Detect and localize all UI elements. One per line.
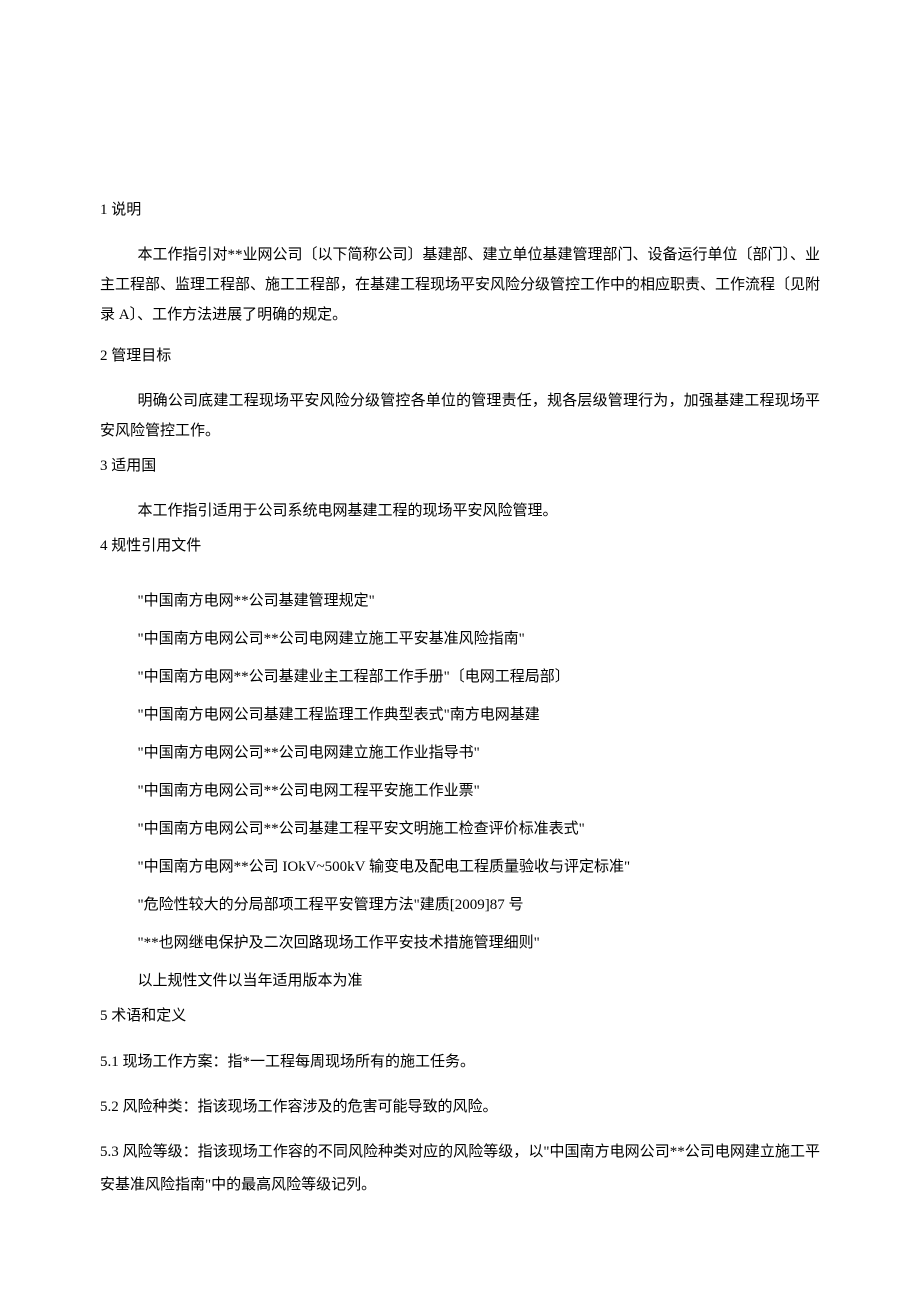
reference-item: "危险性较大的分局部项工程平安管理方法"建质[2009]87 号 [100,890,820,920]
reference-item: "中国南方电网**公司基建管理规定" [100,586,820,616]
definition-item: 5.2 风险种类：指该现场工作容涉及的危害可能导致的风险。 [100,1091,820,1124]
section-3-paragraph: 本工作指引适用于公司系统电网基建工程的现场平安风险管理。 [100,496,820,526]
reference-note: 以上规性文件以当年适用版本为准 [100,966,820,996]
reference-item: "**也网继电保护及二次回路现场工作平安技术措施管理细则" [100,928,820,958]
reference-item: "中国南方电网**公司 IOkV~500kV 输变电及配电工程质量验收与评定标准… [100,852,820,882]
reference-item: "中国南方电网公司**公司电网建立施工作业指导书" [100,738,820,768]
definition-item: 5.3 风险等级：指该现场工作容的不同风险种类对应的风险等级，以"中国南方电网公… [100,1136,820,1202]
reference-item: "中国南方电网**公司基建业主工程部工作手册"〔电网工程局部〕 [100,662,820,692]
reference-item: "中国南方电网公司**公司基建工程平安文明施工检查评价标准表式" [100,814,820,844]
definition-item: 5.1 现场工作方案：指*一工程每周现场所有的施工任务。 [100,1046,820,1079]
section-2-heading: 2 管理目标 [100,344,820,368]
section-5-heading: 5 术语和定义 [100,1004,820,1028]
section-1-heading: 1 说明 [100,198,820,222]
section-4-heading: 4 规性引用文件 [100,534,820,558]
section-3-heading: 3 适用国 [100,454,820,478]
section-1-paragraph: 本工作指引对**业网公司〔以下简称公司〕基建部、建立单位基建管理部门、设备运行单… [100,240,820,330]
section-2-paragraph: 明确公司底建工程现场平安风险分级管控各单位的管理责任，规各层级管理行为，加强基建… [100,386,820,446]
reference-item: "中国南方电网公司基建工程监理工作典型表式"南方电网基建 [100,700,820,730]
reference-item: "中国南方电网公司**公司电网建立施工平安基准风险指南" [100,624,820,654]
reference-item: "中国南方电网公司**公司电网工程平安施工作业票" [100,776,820,806]
